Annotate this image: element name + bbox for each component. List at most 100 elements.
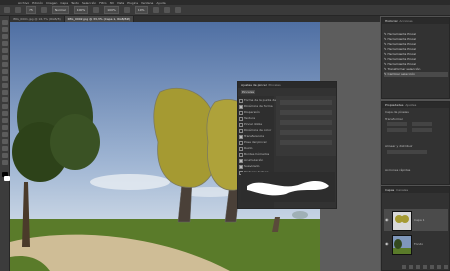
roundness-slider[interactable] (280, 120, 332, 125)
checkbox[interactable] (239, 117, 243, 121)
opacity-field[interactable]: 100% (73, 6, 89, 14)
history-title[interactable]: Historial Acciones (382, 18, 449, 24)
brush-option-item[interactable]: Pose del pincel (244, 140, 266, 144)
checkbox[interactable] (239, 111, 243, 115)
brush-settings-icon[interactable] (40, 7, 47, 13)
link-icon[interactable] (402, 265, 406, 269)
align-buttons[interactable] (387, 150, 427, 154)
brush-tool-icon[interactable] (15, 7, 21, 13)
shape-tool-icon[interactable] (2, 139, 8, 144)
lasso-tool-icon[interactable] (2, 34, 8, 39)
gear-icon[interactable] (152, 7, 159, 13)
brush-option-item[interactable]: Suavizado (244, 164, 259, 168)
marquee-tool-icon[interactable] (2, 27, 8, 32)
pressure-opacity-icon[interactable] (93, 7, 100, 13)
menu-item[interactable]: Texto (71, 1, 79, 5)
angle-icon[interactable] (163, 7, 170, 13)
brush-size-picker[interactable]: 75 (26, 6, 36, 14)
mask-icon[interactable] (416, 265, 420, 269)
checkbox[interactable] (239, 147, 243, 151)
blend-mode-select[interactable]: Normal (51, 6, 69, 14)
brush-tool-icon[interactable] (2, 69, 8, 74)
history-brush-icon[interactable] (2, 83, 8, 88)
size-slider[interactable] (280, 100, 332, 105)
y-field[interactable] (412, 128, 432, 132)
align-label: Alinear y distribuir (385, 144, 413, 148)
menu-item[interactable]: Capa (60, 1, 68, 5)
brush-option-item[interactable]: Dinámica de forma (244, 104, 273, 108)
dodge-tool-icon[interactable] (2, 111, 8, 116)
blur-tool-icon[interactable] (2, 104, 8, 109)
menu-item[interactable]: Imagen (46, 1, 57, 5)
crop-tool-icon[interactable] (2, 48, 8, 53)
menu-item[interactable]: Edición (32, 1, 43, 5)
brush-settings-title[interactable]: Ajustes de pincel Pinceles (238, 82, 336, 88)
brush-option-item[interactable]: Textura (244, 116, 255, 120)
checkbox[interactable] (239, 105, 243, 109)
path-select-icon[interactable] (2, 132, 8, 137)
eye-icon[interactable]: ◉ (385, 217, 389, 222)
checkbox[interactable] (239, 153, 243, 157)
hardness-slider[interactable] (280, 130, 332, 135)
brush-option-item[interactable]: Acumulación (244, 158, 263, 162)
type-tool-icon[interactable] (2, 125, 8, 130)
menu-item[interactable]: Archivo (18, 1, 29, 5)
gradient-tool-icon[interactable] (2, 97, 8, 102)
clone-stamp-icon[interactable] (2, 76, 8, 81)
checkbox[interactable] (239, 141, 243, 145)
tools-panel (0, 16, 10, 271)
menu-item[interactable]: 3D (110, 1, 114, 5)
folder-icon[interactable] (430, 265, 434, 269)
brush-option-item[interactable]: Dinámica de color (244, 128, 271, 132)
brush-option-item[interactable]: Pincel doble (244, 122, 262, 126)
width-field[interactable] (387, 122, 407, 126)
airbrush-icon[interactable] (123, 7, 130, 13)
history-item[interactable]: ✎ Cambiar selección (384, 72, 448, 77)
checkbox[interactable] (239, 123, 243, 127)
brush-option-item[interactable]: Dispersión (244, 110, 260, 114)
zoom-tool-icon[interactable] (2, 153, 8, 158)
height-field[interactable] (387, 128, 407, 132)
eraser-icon[interactable] (2, 90, 8, 95)
properties-title[interactable]: Propiedades Ajustes (382, 102, 449, 108)
magic-wand-icon[interactable] (2, 41, 8, 46)
x-field[interactable] (412, 122, 432, 126)
layer-row[interactable]: ◉ Capa 1 (384, 209, 448, 231)
brush-option-item[interactable]: Ruido (244, 146, 252, 150)
home-icon[interactable] (4, 7, 10, 13)
eye-icon[interactable]: ◉ (385, 241, 389, 246)
brush-option-item[interactable]: Bordes húmedos (244, 152, 269, 156)
fx-icon[interactable] (409, 265, 413, 269)
spacing-slider[interactable] (280, 140, 332, 145)
layer-name: Fondo (414, 242, 424, 246)
menu-item[interactable]: Plugins (127, 1, 138, 5)
move-tool-icon[interactable] (2, 20, 8, 25)
trash-icon[interactable] (444, 265, 448, 269)
angle-slider[interactable] (280, 110, 332, 115)
checkbox[interactable] (239, 129, 243, 133)
checkbox[interactable] (239, 135, 243, 139)
new-layer-icon[interactable] (437, 265, 441, 269)
symmetry-icon[interactable] (174, 7, 181, 13)
adjustment-icon[interactable] (423, 265, 427, 269)
menu-item[interactable]: Ventana (141, 1, 153, 5)
layers-title[interactable]: Capas Canales (382, 187, 449, 193)
pen-tool-icon[interactable] (2, 118, 8, 123)
menu-item[interactable]: Vista (117, 1, 124, 5)
layer-row[interactable]: ◉ Fondo (384, 233, 448, 255)
brushes-button[interactable]: Pinceles (241, 90, 255, 94)
smoothing-field[interactable]: 10% (134, 6, 148, 14)
brush-option-item[interactable]: Transferencia (244, 134, 264, 138)
eyedropper-icon[interactable] (2, 55, 8, 60)
ellipsis-icon[interactable] (2, 160, 8, 165)
healing-brush-icon[interactable] (2, 62, 8, 67)
checkbox[interactable] (239, 99, 243, 103)
hand-tool-icon[interactable] (2, 146, 8, 151)
menu-item[interactable]: Filtro (99, 1, 106, 5)
menu-item[interactable]: Ayuda (156, 1, 165, 5)
flow-field[interactable]: 100% (104, 6, 119, 14)
menu-item[interactable]: Selección (82, 1, 96, 5)
checkbox[interactable] (239, 159, 243, 163)
checkbox[interactable] (239, 165, 243, 169)
transform-label: Transformar (385, 117, 403, 121)
